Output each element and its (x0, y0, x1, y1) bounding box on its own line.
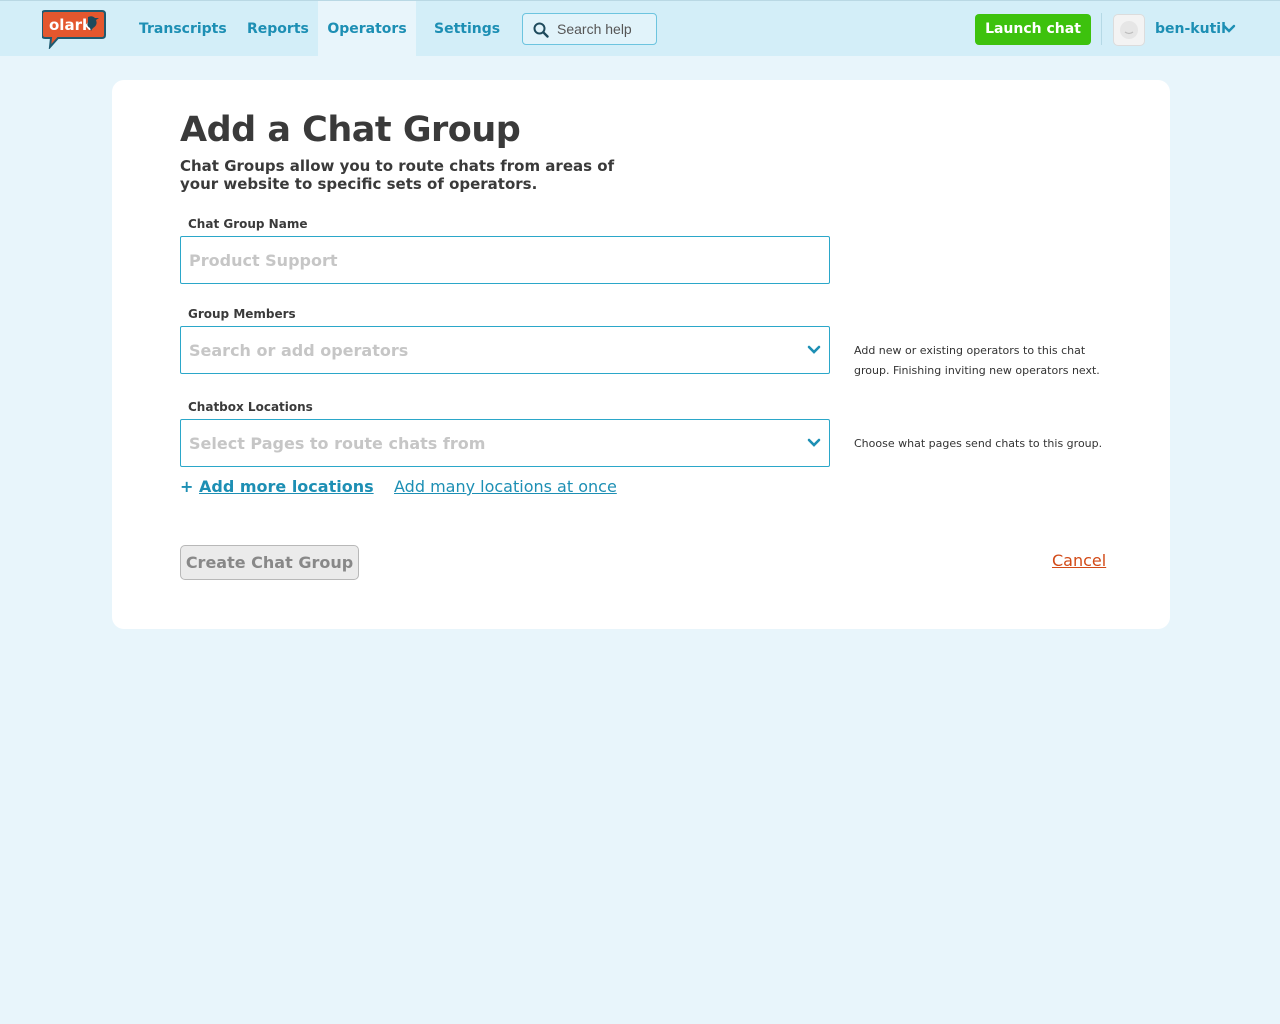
logo-text: olark (49, 16, 93, 34)
user-menu[interactable]: ben-kutil (1155, 1, 1226, 57)
chatbox-locations-label: Chatbox Locations (188, 400, 313, 414)
top-navigation: olark Transcripts Reports Operators Sett… (0, 0, 1280, 57)
olark-logo[interactable]: olark (42, 9, 106, 49)
nav-operators[interactable]: Operators (318, 1, 416, 57)
launch-chat-button[interactable]: Launch chat (975, 14, 1091, 45)
avatar-icon (1120, 21, 1138, 39)
plus-icon: + (180, 477, 194, 496)
chevron-down-icon[interactable] (807, 344, 821, 356)
nav-reports[interactable]: Reports (232, 1, 324, 57)
chatbox-locations-help: Choose what pages send chats to this gro… (854, 437, 1103, 450)
nav-divider (1101, 13, 1102, 45)
chevron-down-icon[interactable] (807, 437, 821, 449)
search-help[interactable] (522, 13, 657, 45)
cancel-link[interactable]: Cancel (1052, 551, 1106, 570)
search-icon (533, 22, 549, 38)
add-more-locations-link[interactable]: + Add more locations (180, 477, 374, 496)
nav-settings[interactable]: Settings (419, 1, 515, 57)
chatbox-locations-input[interactable] (181, 420, 829, 466)
chevron-down-icon[interactable] (1222, 23, 1236, 35)
group-members-label: Group Members (188, 307, 296, 321)
search-input[interactable] (557, 14, 655, 44)
add-many-locations-link[interactable]: Add many locations at once (394, 477, 617, 496)
add-more-locations-label[interactable]: Add more locations (199, 477, 374, 496)
chat-group-name-label: Chat Group Name (188, 217, 308, 231)
chatbox-locations-select[interactable] (180, 419, 830, 467)
group-members-help: Add new or existing operators to this ch… (854, 344, 1100, 377)
group-members-select[interactable] (180, 326, 830, 374)
page-subtitle: Chat Groups allow you to route chats fro… (180, 157, 615, 193)
avatar[interactable] (1113, 14, 1145, 46)
page-title: Add a Chat Group (180, 110, 521, 150)
chat-group-name-field[interactable] (180, 236, 830, 284)
add-chat-group-card: Add a Chat Group Chat Groups allow you t… (112, 80, 1170, 629)
create-chat-group-button[interactable]: Create Chat Group (180, 545, 359, 580)
nav-transcripts[interactable]: Transcripts (124, 1, 242, 57)
group-members-input[interactable] (181, 327, 829, 373)
chat-group-name-input[interactable] (181, 237, 829, 283)
